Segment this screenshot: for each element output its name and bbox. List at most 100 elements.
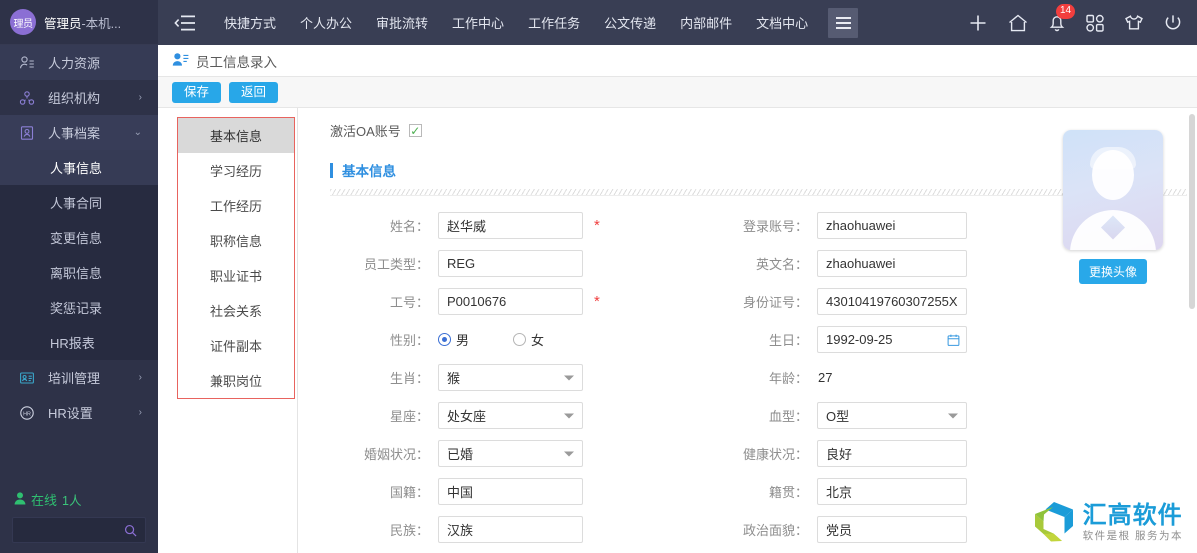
nav-item-document-transfer[interactable]: 公文传递 [592,13,668,32]
field-ethnicity: 民族： [330,514,700,545]
gender-radio-female[interactable]: 女 [513,330,544,349]
collapse-menu-icon[interactable] [158,15,212,31]
avatar-head-shape [1092,150,1134,200]
sidebar-item-training[interactable]: 培训管理 › [0,360,158,395]
change-avatar-button[interactable]: 更换头像 [1078,259,1147,284]
id-number-input[interactable] [817,288,967,315]
save-button[interactable]: 保存 [172,81,222,103]
tab-education-history[interactable]: 学习经历 [178,153,294,188]
tab-professional-cert[interactable]: 职业证书 [178,258,294,293]
nav-item-work-center[interactable]: 工作中心 [440,13,516,32]
gender-radio-male[interactable]: 男 [438,330,469,349]
field-control [438,478,583,505]
sidebar-item-label: 人事档案 [48,126,101,141]
field-label: 员工类型： [363,257,429,272]
field-constellation: 星座： 处女座 [330,400,700,431]
blood-type-select[interactable]: O型 [817,402,967,429]
online-person-icon [14,491,26,508]
native-place-input[interactable] [817,478,967,505]
sidebar-item-personnel-info[interactable]: 人事信息 [0,150,158,185]
hr-gear-icon: HR [18,404,36,422]
sidebar-subitem-label: 变更信息 [50,231,103,246]
tab-basic-info[interactable]: 基本信息 [178,118,294,153]
nav-item-shortcut[interactable]: 快捷方式 [212,13,288,32]
political-status-input[interactable] [817,516,967,543]
english-name-input[interactable] [817,250,967,277]
select-value: 已婚 [447,447,474,462]
login-account-input[interactable] [817,212,967,239]
field-control [438,288,583,315]
content-body: 基本信息 学习经历 工作经历 职称信息 职业证书 社会关系 证件副本 兼职岗位 … [158,108,1197,553]
tab-title-info[interactable]: 职称信息 [178,223,294,258]
marital-status-select[interactable]: 已婚 [438,440,583,467]
sidebar-item-change-info[interactable]: 变更信息 [0,220,158,255]
activate-oa-checkbox[interactable]: ✓ [408,124,422,137]
gender-radio-group: 男 女 [438,330,544,349]
avatar-block: 更换头像 [1063,130,1163,284]
shirt-theme-icon[interactable] [1123,13,1145,33]
file-person-icon [18,124,36,142]
tab-parttime-position[interactable]: 兼职岗位 [178,363,294,398]
search-icon[interactable] [124,524,137,537]
sidebar-item-hr-report[interactable]: HR报表 [0,325,158,360]
sidebar-item-personnel-file[interactable]: 人事档案 ⌄ [0,115,158,150]
select-value: 猴 [447,371,461,386]
sidebar-item-label: HR设置 [48,406,93,421]
birthday-input[interactable] [817,326,967,353]
apps-grid-icon[interactable] [1085,13,1105,33]
constellation-select[interactable]: 处女座 [438,402,583,429]
menu-bar-line [835,26,851,29]
employee-no-input[interactable] [438,288,583,315]
sidebar-search[interactable] [12,517,146,543]
tab-work-history[interactable]: 工作经历 [178,188,294,223]
nav-item-work-task[interactable]: 工作任务 [516,13,592,32]
sidebar-footer: 在线 1人 [0,484,158,553]
calendar-icon[interactable] [947,333,960,346]
ethnicity-input[interactable] [438,516,583,543]
sidebar-item-personnel-contract[interactable]: 人事合同 [0,185,158,220]
sidebar-item-hr-settings[interactable]: HR HR设置 › [0,395,158,430]
tab-social-relations[interactable]: 社会关系 [178,293,294,328]
field-employee-no: 工号： * [330,286,700,317]
sidebar-item-org[interactable]: 组织机构 › [0,80,158,115]
sidebar-item-resign-info[interactable]: 离职信息 [0,255,158,290]
brand-slogan: 软件是根 服务为本 [1082,529,1183,542]
svg-text:HR: HR [23,411,31,417]
field-control [817,440,967,467]
nav-item-personal-office[interactable]: 个人办公 [288,13,364,32]
chevron-right-icon: › [138,92,142,103]
zodiac-animal-select[interactable]: 猴 [438,364,583,391]
sidebar-item-reward-record[interactable]: 奖惩记录 [0,290,158,325]
field-control [438,250,583,277]
vertical-scrollbar[interactable] [1187,108,1197,553]
form-column-right: 登录账号： 英文名： 身份证号： [722,210,1042,553]
sidebar-user[interactable]: 理员 管理员-本机... [0,0,158,45]
employee-type-input[interactable] [438,250,583,277]
radio-dot [438,333,451,346]
home-icon[interactable] [1007,13,1029,33]
section-tab-panel: 基本信息 学习经历 工作经历 职称信息 职业证书 社会关系 证件副本 兼职岗位 [158,108,298,553]
org-node-icon [18,89,36,107]
breadcrumb: 员工信息录入 [158,45,1197,77]
nav-more-menu-button[interactable] [828,7,859,38]
field-label: 登录账号： [742,219,808,234]
health-status-input[interactable] [817,440,967,467]
tab-document-copy[interactable]: 证件副本 [178,328,294,363]
power-icon[interactable] [1163,13,1183,33]
employee-photo[interactable] [1063,130,1163,250]
bell-icon[interactable]: 14 [1047,4,1075,33]
back-button[interactable]: 返回 [229,81,279,103]
nav-item-internal-mail[interactable]: 内部邮件 [668,13,744,32]
nav-item-document-center[interactable]: 文档中心 [744,13,820,32]
name-input[interactable] [438,212,583,239]
sidebar-item-hr[interactable]: 人力资源 [0,45,158,80]
nav-item-approval-flow[interactable]: 审批流转 [364,13,440,32]
menu-bar-line [835,16,851,19]
main-area: 快捷方式 个人办公 审批流转 工作中心 工作任务 公文传递 内部邮件 文档中心 [158,0,1197,553]
scrollbar-thumb[interactable] [1189,114,1195,309]
field-english-name: 英文名： [722,248,1042,279]
field-label: 年龄： [768,371,808,386]
nationality-input[interactable] [438,478,583,505]
plus-icon[interactable] [967,12,989,34]
user-name: 管理员-本机... [44,13,121,32]
